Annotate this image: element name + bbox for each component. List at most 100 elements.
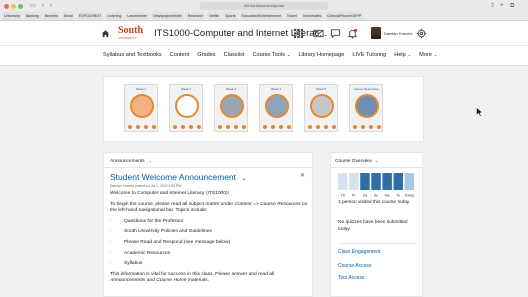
- nav-item[interactable]: Classlist: [224, 52, 245, 58]
- tabs-overview-icon[interactable]: ⧉: [510, 2, 514, 10]
- address-bar[interactable]: d2l.southuniversity.edu: [200, 2, 328, 10]
- list-item: · Syllabus: [110, 261, 308, 268]
- nav-item[interactable]: Library Homepage: [298, 52, 344, 58]
- bookmark-item[interactable]: Travel: [284, 12, 299, 20]
- bookmark-item[interactable]: ESPOCHBOT: [76, 12, 104, 20]
- south-university-logo[interactable]: South UNIVERSITY: [118, 26, 146, 42]
- week-card[interactable]: Week 3: [214, 84, 248, 132]
- bookmark-item[interactable]: Banking: [23, 12, 41, 20]
- week-card-label: Week 3: [225, 87, 237, 91]
- bookmark-item[interactable]: Newspaperinfinite: [151, 12, 184, 20]
- emphasis-text: Announcements: [110, 278, 146, 284]
- resource-dot-icon[interactable]: [136, 125, 140, 129]
- announcements-heading[interactable]: Announcements ⌄: [110, 158, 152, 164]
- nav-item[interactable]: Help ⌄: [394, 52, 411, 58]
- bookmark-item[interactable]: Education/Entertainment: [239, 12, 283, 20]
- bookmark-item[interactable]: Learning: [105, 12, 124, 20]
- resource-dot-icon[interactable]: [377, 125, 381, 129]
- chevron-down-icon[interactable]: ⌄: [149, 158, 152, 163]
- resource-dot-icon[interactable]: [316, 125, 320, 129]
- nav-item[interactable]: More ⌄: [419, 52, 437, 58]
- share-icon[interactable]: ⇪: [490, 2, 495, 10]
- resource-dot-icon[interactable]: [271, 125, 275, 129]
- resource-dot-icon[interactable]: [369, 125, 373, 129]
- notifications-bell-icon[interactable]: [347, 28, 358, 39]
- announcement-title-text[interactable]: Student Welcome Announcement: [110, 172, 236, 182]
- chevron-down-icon[interactable]: ⌄: [375, 158, 378, 163]
- bookmark-item[interactable]: Netflix: [207, 12, 222, 20]
- nav-item[interactable]: Content: [170, 52, 190, 58]
- week-card-image: [265, 94, 289, 118]
- bookmark-item[interactable]: Research: [185, 12, 206, 20]
- avatar[interactable]: [371, 27, 381, 39]
- resource-dot-icon[interactable]: [152, 125, 156, 129]
- week-card[interactable]: Week 2: [169, 84, 203, 132]
- week-card-label: Week 2: [180, 87, 192, 91]
- close-window-button[interactable]: [4, 4, 9, 9]
- resource-dot-icon[interactable]: [287, 125, 291, 129]
- topics-list: · Questions for the Professor · South Unive…: [110, 219, 308, 268]
- bookmark-item[interactable]: Universities: [300, 12, 324, 20]
- nav-item[interactable]: Syllabus and Textbooks: [103, 52, 162, 58]
- bookmark-item[interactable]: OutlookPhone/GRPP: [325, 12, 364, 20]
- mail-icon[interactable]: [313, 28, 324, 39]
- zoom-window-button[interactable]: [18, 4, 23, 9]
- course-selector-grid-icon[interactable]: [293, 28, 304, 39]
- announcements-heading-label: Announcements: [110, 159, 145, 164]
- resource-dot-icon[interactable]: [181, 125, 185, 129]
- resource-dot-icon[interactable]: [353, 125, 357, 129]
- bookmark-item[interactable]: Sports: [223, 12, 238, 20]
- resource-dot-icon[interactable]: [263, 125, 267, 129]
- class-engagement-link[interactable]: Class Engagement: [338, 249, 380, 255]
- resource-dot-icon[interactable]: [128, 125, 132, 129]
- bookmark-item[interactable]: University: [2, 12, 22, 20]
- announcement-title[interactable]: Student Welcome Announcement ⌄: [110, 172, 246, 182]
- back-icon[interactable]: ‹: [42, 2, 44, 10]
- bullet-icon: ·: [110, 239, 112, 245]
- resource-dot-icon[interactable]: [234, 125, 238, 129]
- nav-item[interactable]: LIVE Tutoring: [352, 52, 386, 58]
- bullet-icon: ·: [110, 229, 112, 235]
- user-name[interactable]: Damian Kravetz: [384, 31, 412, 36]
- course-overview-heading[interactable]: Course Overview ⌄: [335, 158, 378, 164]
- close-icon[interactable]: ✕: [300, 172, 305, 179]
- resource-dot-icon[interactable]: [197, 125, 201, 129]
- tool-access-link[interactable]: Tool Access: [338, 275, 364, 281]
- chevron-down-icon[interactable]: ⌄: [241, 176, 246, 182]
- bookmark-item[interactable]: Email: [61, 12, 75, 20]
- nav-item-label: Course Tools: [252, 52, 285, 58]
- settings-gear-icon[interactable]: [416, 28, 427, 39]
- course-navbar: Syllabus and Textbooks Content Grades Class…: [0, 46, 528, 66]
- new-tab-icon[interactable]: +: [500, 2, 504, 10]
- resource-dot-icon[interactable]: [242, 125, 246, 129]
- nav-item[interactable]: Course Tools ⌄: [252, 52, 290, 58]
- week-card[interactable]: Course Resources: [349, 84, 383, 132]
- home-icon[interactable]: [101, 29, 110, 38]
- resource-dot-icon[interactable]: [308, 125, 312, 129]
- chart-tick-label: Su: [374, 194, 378, 198]
- nav-item-label: More: [419, 52, 432, 58]
- course-overview-widget: Course Overview ⌄ Th Fr Sa Su Mo Tu Today 1 per…: [330, 152, 423, 297]
- resource-dot-icon[interactable]: [324, 125, 328, 129]
- week-card[interactable]: Week 1: [124, 84, 158, 132]
- nav-item[interactable]: Grades: [197, 52, 215, 58]
- resource-dot-icon[interactable]: [332, 125, 336, 129]
- week-card[interactable]: Week 5: [304, 84, 338, 132]
- message-alerts-icon[interactable]: [330, 28, 341, 39]
- course-access-link[interactable]: Course Access: [338, 263, 371, 269]
- bookmark-item[interactable]: Lawinformer: [125, 12, 150, 20]
- resource-dot-icon[interactable]: [226, 125, 230, 129]
- forward-icon[interactable]: ›: [50, 2, 52, 10]
- divider: [338, 243, 416, 244]
- resource-dot-icon[interactable]: [173, 125, 177, 129]
- minimize-window-button[interactable]: [11, 4, 16, 9]
- visits-summary: 1 person visited this course today.: [338, 200, 411, 205]
- resource-dot-icon[interactable]: [361, 125, 365, 129]
- resource-dot-icon[interactable]: [189, 125, 193, 129]
- week-card[interactable]: Week 4: [259, 84, 293, 132]
- sidebar-toggle-icon[interactable]: ▭: [30, 2, 36, 10]
- bookmark-item[interactable]: Benefits: [42, 12, 60, 20]
- resource-dot-icon[interactable]: [218, 125, 222, 129]
- resource-dot-icon[interactable]: [279, 125, 283, 129]
- resource-dot-icon[interactable]: [144, 125, 148, 129]
